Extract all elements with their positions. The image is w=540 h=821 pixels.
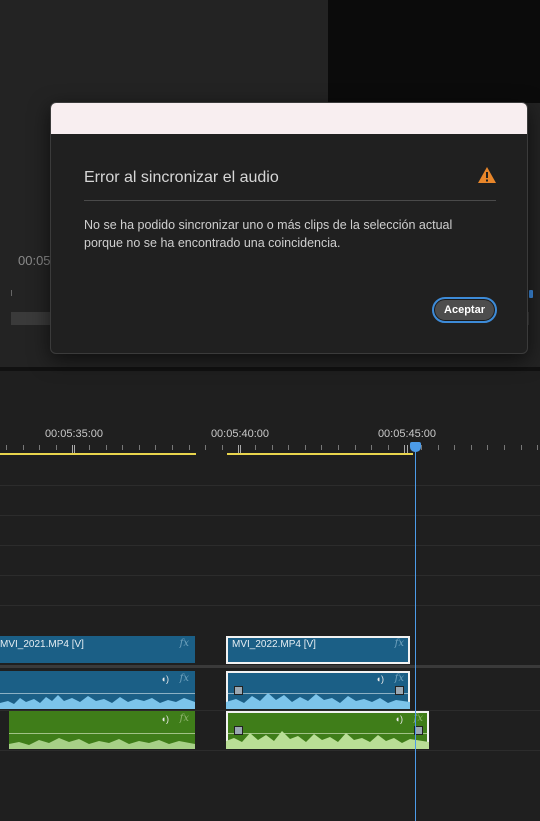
ruler-tick bbox=[89, 445, 90, 450]
premiere-window: 00:05 00:05:35:00 00:05:40:00 00:05:45:0… bbox=[0, 0, 540, 821]
track-divider bbox=[0, 750, 540, 751]
ruler-tick bbox=[205, 445, 206, 450]
clip-name: MVI_2021.MP4 [V] bbox=[0, 639, 84, 650]
ruler-tick bbox=[39, 445, 40, 450]
playhead-line[interactable] bbox=[415, 447, 416, 821]
dialog-message-line: porque no se ha encontrado una coinciden… bbox=[84, 236, 341, 250]
audio-waveform bbox=[9, 738, 195, 749]
ruler-tick bbox=[438, 445, 439, 450]
ruler-label: 00:05:35:00 bbox=[44, 428, 104, 440]
ruler-tick bbox=[189, 445, 190, 450]
ruler-tick bbox=[106, 445, 107, 450]
ruler-tick bbox=[454, 445, 455, 450]
ruler-major-tick bbox=[74, 445, 75, 453]
dialog-titlebar[interactable] bbox=[51, 103, 527, 134]
track-divider bbox=[0, 575, 540, 576]
ruler-label: 00:05:40:00 bbox=[210, 428, 270, 440]
ruler-tick bbox=[355, 445, 356, 450]
ruler-tick bbox=[255, 445, 256, 450]
sync-error-dialog: Error al sincronizar el audio No se ha p… bbox=[50, 102, 528, 354]
video-audio-divider[interactable] bbox=[0, 665, 540, 668]
ruler-major-tick bbox=[240, 445, 241, 453]
ruler-tick bbox=[338, 445, 339, 450]
accept-button[interactable]: Aceptar bbox=[432, 297, 497, 323]
ruler-tick bbox=[471, 445, 472, 450]
audio-clip-a2-left[interactable]: ◖) fx bbox=[9, 711, 195, 749]
track-divider bbox=[0, 515, 540, 516]
monitor-tick bbox=[11, 290, 12, 296]
video-clip-mvi-2022[interactable]: MVI_2022.MP4 [V] fx bbox=[226, 636, 410, 664]
audio-clip-a1-right[interactable]: ◖) fx bbox=[226, 671, 410, 709]
ruler-tick bbox=[272, 445, 273, 450]
ruler-tick bbox=[238, 445, 239, 453]
ruler-tick bbox=[421, 445, 422, 450]
ruler-label: 00:05:45:00 bbox=[377, 428, 437, 440]
audio-waveform bbox=[226, 731, 429, 749]
ruler-tick bbox=[404, 445, 405, 453]
ruler-tick bbox=[288, 445, 289, 450]
ruler-tick bbox=[521, 445, 522, 450]
video-clip-mvi-2021[interactable]: MVI_2021.MP4 [V] fx bbox=[0, 636, 195, 663]
ruler-tick bbox=[222, 445, 223, 450]
ruler-tick bbox=[139, 445, 140, 450]
ruler-tick bbox=[504, 445, 505, 450]
ruler-tick bbox=[56, 445, 57, 450]
ruler-major-tick bbox=[407, 445, 408, 453]
dialog-message: No se ha podido sincronizar uno o más cl… bbox=[84, 216, 504, 252]
ruler-tick bbox=[388, 445, 389, 450]
ruler-tick bbox=[172, 445, 173, 450]
ruler-tick bbox=[72, 445, 73, 453]
audio-clip-a1-left[interactable]: ◖) fx bbox=[0, 671, 195, 709]
track-divider bbox=[0, 545, 540, 546]
audio-waveform bbox=[226, 693, 410, 709]
monitor-timecode[interactable]: 00:05 bbox=[18, 253, 51, 268]
dialog-title: Error al sincronizar el audio bbox=[84, 169, 279, 186]
work-area-bar[interactable] bbox=[0, 453, 196, 455]
time-ruler[interactable] bbox=[0, 445, 540, 453]
monitor-video-frame bbox=[328, 0, 540, 103]
ruler-tick bbox=[371, 445, 372, 450]
ruler-tick bbox=[305, 445, 306, 450]
ruler-tick bbox=[23, 445, 24, 450]
playhead-handle[interactable] bbox=[410, 442, 421, 452]
audio-waveform bbox=[0, 695, 195, 709]
ruler-tick bbox=[537, 445, 538, 450]
fx-badge-icon[interactable]: fx bbox=[180, 638, 189, 649]
ruler-tick bbox=[122, 445, 123, 450]
ruler-tick bbox=[155, 445, 156, 450]
track-divider bbox=[0, 485, 540, 486]
timeline-panel: 00:05:35:00 00:05:40:00 00:05:45:00 MVI_… bbox=[0, 371, 540, 821]
dialog-message-line: No se ha podido sincronizar uno o más cl… bbox=[84, 218, 453, 232]
fx-badge-icon[interactable]: fx bbox=[395, 638, 404, 649]
warning-icon bbox=[478, 167, 496, 183]
audio-clip-a2-right[interactable]: ◖) fx bbox=[226, 711, 429, 749]
clip-name: MVI_2022.MP4 [V] bbox=[232, 639, 316, 650]
track-divider bbox=[0, 605, 540, 606]
monitor-playhead-marker[interactable] bbox=[529, 290, 533, 298]
ruler-tick bbox=[6, 445, 7, 450]
ruler-tick bbox=[487, 445, 488, 450]
dialog-separator bbox=[84, 200, 496, 201]
work-area-bar[interactable] bbox=[227, 453, 413, 455]
ruler-tick bbox=[321, 445, 322, 450]
